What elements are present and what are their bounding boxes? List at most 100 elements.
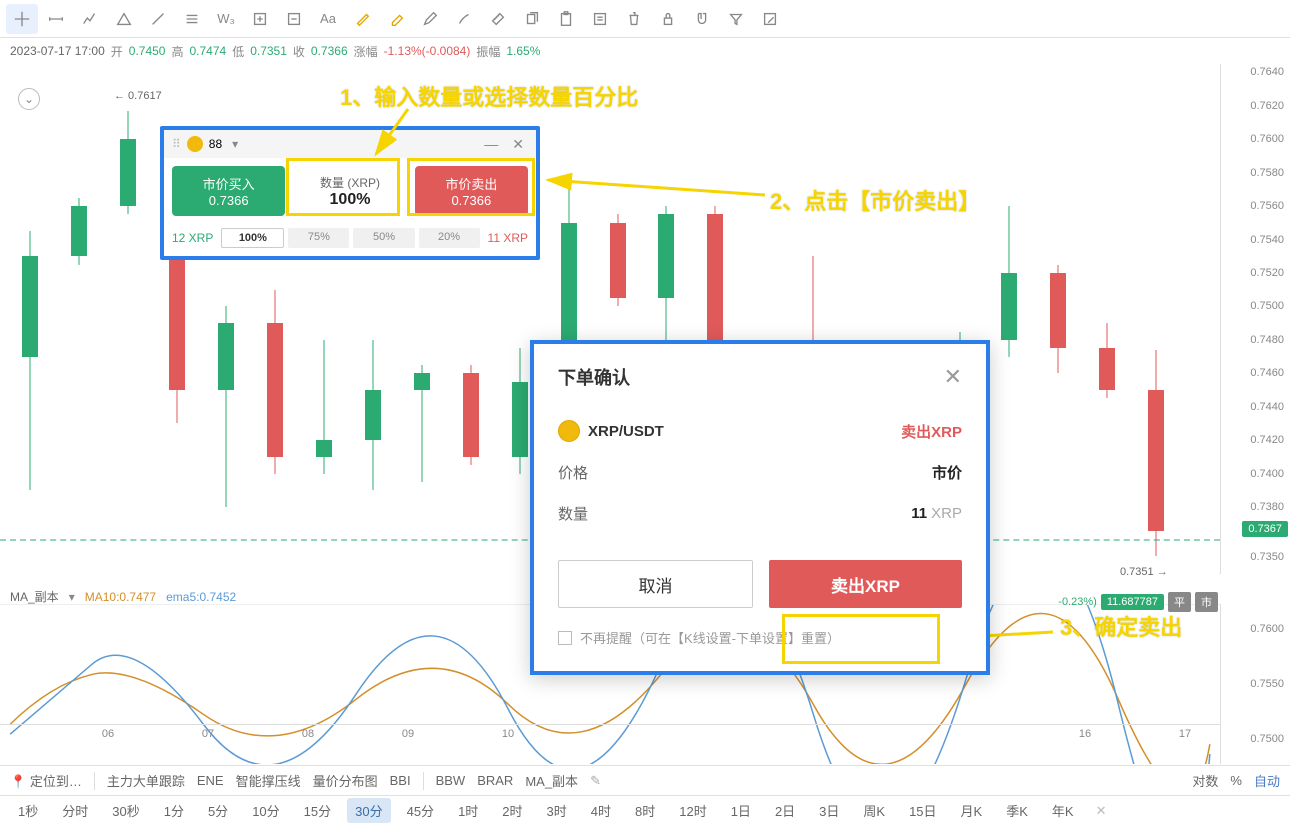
ind-item[interactable]: MA_副本 bbox=[525, 771, 578, 790]
modal-close-icon[interactable]: ✕ bbox=[944, 364, 962, 390]
y-axis-sub[interactable]: 0.76000.75500.7500 bbox=[1220, 604, 1290, 764]
log-scale[interactable]: 对数 bbox=[1192, 771, 1218, 790]
trash-icon[interactable] bbox=[618, 4, 650, 34]
close-icon[interactable]: ✕ bbox=[508, 136, 528, 153]
x-tick: 16 bbox=[1079, 728, 1091, 740]
timeframe-10分[interactable]: 10分 bbox=[244, 798, 287, 823]
ind-edit-icon[interactable]: ✎ bbox=[590, 773, 601, 789]
wave-icon[interactable]: W₃ bbox=[210, 4, 242, 34]
y-tick: 0.7580 bbox=[1250, 167, 1284, 179]
market-buy-button[interactable]: 市价买入 0.7366 bbox=[172, 166, 285, 216]
pct-100[interactable]: 100% bbox=[221, 228, 284, 248]
line-icon[interactable] bbox=[142, 4, 174, 34]
pencil-icon[interactable] bbox=[414, 4, 446, 34]
ind-item[interactable]: BBW bbox=[436, 773, 466, 788]
tf-close-icon[interactable]: ✕ bbox=[1096, 803, 1107, 819]
confirm-sell-button[interactable]: 卖出XRP bbox=[769, 560, 962, 608]
close-pos-button[interactable]: 平 bbox=[1168, 592, 1191, 612]
ind-item[interactable]: BBI bbox=[390, 773, 411, 788]
edit-icon[interactable] bbox=[754, 4, 786, 34]
pct-20[interactable]: 20% bbox=[419, 228, 480, 248]
copy-icon[interactable] bbox=[516, 4, 548, 34]
percent-buttons: 100% 75% 50% 20% bbox=[221, 228, 479, 248]
timeframe-45分[interactable]: 45分 bbox=[399, 798, 442, 823]
ind-item[interactable]: BRAR bbox=[477, 773, 513, 788]
order-panel-header[interactable]: ⠿ 88 ▾ — ✕ bbox=[164, 130, 536, 158]
market-sell-button[interactable]: 市价卖出 0.7366 bbox=[415, 166, 528, 216]
timeframe-12时[interactable]: 12时 bbox=[671, 798, 714, 823]
timeframe-15分[interactable]: 15分 bbox=[296, 798, 339, 823]
timeframe-月K[interactable]: 月K bbox=[953, 798, 991, 823]
timeframe-2时[interactable]: 2时 bbox=[494, 798, 530, 823]
dont-remind-checkbox[interactable] bbox=[558, 631, 572, 645]
x-tick: 17 bbox=[1179, 728, 1191, 740]
indicator-toolbar: 📍 定位到… 主力大单跟踪 ENE 智能撑压线 量价分布图 BBI BBW BR… bbox=[0, 765, 1290, 795]
ruler-icon[interactable] bbox=[482, 4, 514, 34]
timeframe-1秒[interactable]: 1秒 bbox=[10, 798, 46, 823]
magnet-icon[interactable] bbox=[686, 4, 718, 34]
coin-icon bbox=[558, 420, 580, 442]
text-icon[interactable]: Aa bbox=[312, 4, 344, 34]
ind-item[interactable]: 量价分布图 bbox=[313, 771, 378, 790]
y-tick: 0.7350 bbox=[1250, 551, 1284, 563]
levels-icon[interactable] bbox=[176, 4, 208, 34]
timeframe-30秒[interactable]: 30秒 bbox=[104, 798, 147, 823]
y-sub-tick: 0.7600 bbox=[1250, 623, 1284, 635]
chevron-down-icon[interactable]: ▾ bbox=[232, 137, 238, 151]
timeframe-8时[interactable]: 8时 bbox=[627, 798, 663, 823]
timeframe-1日[interactable]: 1日 bbox=[723, 798, 759, 823]
y-sub-tick: 0.7550 bbox=[1250, 678, 1284, 690]
market-button[interactable]: 市 bbox=[1195, 592, 1218, 612]
buy-balance: 12 XRP bbox=[172, 231, 213, 245]
y-tick: 0.7367 bbox=[1242, 521, 1288, 537]
long-pos-icon[interactable] bbox=[244, 4, 276, 34]
ind-item[interactable]: 主力大单跟踪 bbox=[107, 771, 185, 790]
ohlc-header: 2023-07-17 17:00 开0.7450 高0.7474 低0.7351… bbox=[0, 38, 1290, 64]
minimize-icon[interactable]: — bbox=[480, 136, 502, 152]
annotation-1: 1、输入数量或选择数量百分比 bbox=[340, 80, 638, 112]
timeframe-30分[interactable]: 30分 bbox=[347, 798, 390, 823]
timeframe-1分[interactable]: 1分 bbox=[156, 798, 192, 823]
crosshair-icon[interactable] bbox=[6, 4, 38, 34]
marker-icon[interactable] bbox=[448, 4, 480, 34]
short-pos-icon[interactable] bbox=[278, 4, 310, 34]
locate-button[interactable]: 📍 定位到… bbox=[10, 771, 82, 790]
modal-title: 下单确认 bbox=[558, 364, 630, 390]
timeframe-4时[interactable]: 4时 bbox=[583, 798, 619, 823]
y-axis[interactable]: 0.76400.76200.76000.75800.75600.75400.75… bbox=[1220, 64, 1290, 574]
low-marker: 0.7351 → bbox=[1120, 566, 1168, 578]
timeframe-年K[interactable]: 年K bbox=[1044, 798, 1082, 823]
trend-icon[interactable] bbox=[74, 4, 106, 34]
paste-icon[interactable] bbox=[550, 4, 582, 34]
lock-icon[interactable] bbox=[652, 4, 684, 34]
list-icon[interactable] bbox=[584, 4, 616, 34]
x-axis[interactable]: 06070809101617 bbox=[0, 724, 1220, 744]
timeframe-周K[interactable]: 周K bbox=[855, 798, 893, 823]
eraser-icon[interactable] bbox=[380, 4, 412, 34]
timeframe-15日[interactable]: 15日 bbox=[901, 798, 944, 823]
timeframe-3时[interactable]: 3时 bbox=[539, 798, 575, 823]
auto-scale[interactable]: 自动 bbox=[1254, 771, 1280, 790]
timeframe-季K[interactable]: 季K bbox=[998, 798, 1036, 823]
y-tick: 0.7520 bbox=[1250, 267, 1284, 279]
ind-item[interactable]: ENE bbox=[197, 773, 224, 788]
x-tick: 09 bbox=[402, 728, 414, 740]
y-tick: 0.7400 bbox=[1250, 468, 1284, 480]
filter-icon[interactable] bbox=[720, 4, 752, 34]
pct-50[interactable]: 50% bbox=[353, 228, 414, 248]
timeframe-分时[interactable]: 分时 bbox=[54, 798, 96, 823]
timeframe-2日[interactable]: 2日 bbox=[767, 798, 803, 823]
timeframe-3日[interactable]: 3日 bbox=[811, 798, 847, 823]
triangle-icon[interactable] bbox=[108, 4, 140, 34]
ind-item[interactable]: 智能撑压线 bbox=[236, 771, 301, 790]
timeframe-5分[interactable]: 5分 bbox=[200, 798, 236, 823]
quantity-field[interactable]: 数量 (XRP) 100% bbox=[293, 166, 406, 216]
brush-icon[interactable] bbox=[346, 4, 378, 34]
timeframe-1时[interactable]: 1时 bbox=[450, 798, 486, 823]
hline-icon[interactable] bbox=[40, 4, 72, 34]
annotation-2: 2、点击【市价卖出】 bbox=[770, 184, 980, 216]
pct-scale[interactable]: % bbox=[1230, 773, 1242, 788]
cancel-button[interactable]: 取消 bbox=[558, 560, 753, 608]
y-tick: 0.7460 bbox=[1250, 367, 1284, 379]
pct-75[interactable]: 75% bbox=[288, 228, 349, 248]
